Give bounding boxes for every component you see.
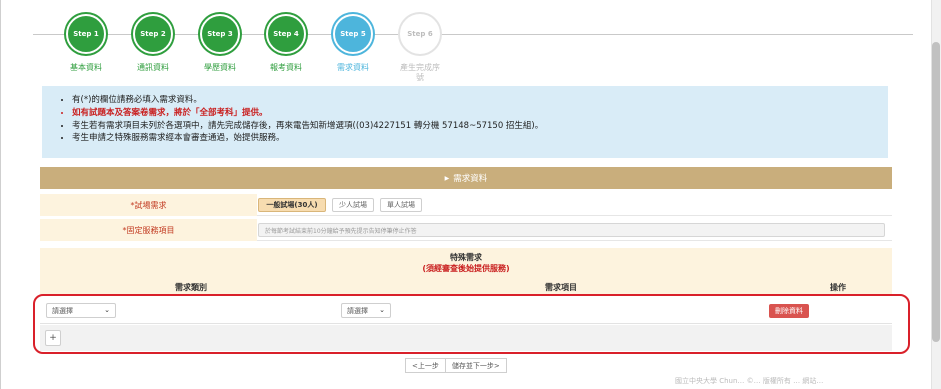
step-4-label: 報考資料	[270, 63, 302, 72]
step-4[interactable]: Step 4 報考資料	[251, 10, 321, 73]
step-1-circle[interactable]: Step 1	[66, 14, 106, 54]
exam-room-label: *試場需求	[40, 194, 257, 216]
step-5[interactable]: Step 5 需求資料	[318, 10, 388, 73]
item-select[interactable]: 請選擇 ⌄	[341, 303, 391, 318]
special-requirement-row: 請選擇 ⌄ 請選擇 ⌄ 刪除資料	[40, 298, 892, 324]
fixed-service-label: *固定服務項目	[40, 219, 257, 241]
step-2-circle[interactable]: Step 2	[133, 14, 173, 54]
section-header[interactable]: ▶ 需求資料	[40, 167, 892, 189]
step-1[interactable]: Step 1 基本資料	[51, 10, 121, 73]
special-subtitle: (須經審查後始提供服務)	[422, 264, 510, 273]
fixed-service-row: *固定服務項目 於每節考試結束前10分鐘給予預先提示告知停筆停止作答	[40, 219, 892, 241]
section-title: 需求資料	[453, 174, 488, 184]
step-2-label: 通訊資料	[137, 63, 169, 72]
save-next-button[interactable]: 儲存並下一步>	[445, 358, 507, 373]
step-1-label: 基本資料	[70, 63, 102, 72]
notice-line-1: 有(*)的欄位請務必填入需求資料。	[72, 94, 876, 107]
step-3-circle[interactable]: Step 3	[200, 14, 240, 54]
fixed-service-field: 於每節考試結束前10分鐘給予預先提示告知停筆停止作答	[258, 223, 885, 237]
step-2[interactable]: Step 2 通訊資料	[118, 10, 188, 73]
step-6-label: 產生完成序號	[400, 63, 440, 82]
step-5-label: 需求資料	[337, 63, 369, 72]
special-requirement-header: 特殊需求 (須經審查後始提供服務) 需求類別 需求項目 操作	[40, 248, 892, 294]
nav-buttons: <上一步 儲存並下一步>	[405, 358, 507, 373]
col-header-item: 需求項目	[545, 283, 577, 292]
step-3[interactable]: Step 3 學歷資料	[185, 10, 255, 73]
exam-room-option-general[interactable]: 一般試場(30人)	[258, 198, 326, 212]
notice-list: 有(*)的欄位請務必填入需求資料。 如有試題本及答案卷需求，將於「全部考科」提供…	[62, 94, 876, 145]
step-4-circle[interactable]: Step 4	[266, 14, 306, 54]
notice-line-4: 考生申請之特殊服務需求經本會審查通過，始提供服務。	[72, 132, 876, 145]
step-5-circle[interactable]: Step 5	[333, 14, 373, 54]
scrollbar-thumb[interactable]	[932, 42, 940, 342]
step-3-label: 學歷資料	[204, 63, 236, 72]
chevron-down-icon: ⌄	[104, 306, 110, 314]
prev-step-button[interactable]: <上一步	[405, 358, 446, 373]
stepper: Step 1 基本資料 Step 2 通訊資料 Step 3 學歷資料 Step…	[33, 10, 913, 82]
step-6: Step 6 產生完成序號	[385, 10, 455, 83]
exam-room-row: *試場需求 一般試場(30人) 少人試場 單人試場	[40, 194, 892, 216]
delete-button[interactable]: 刪除資料	[769, 304, 809, 318]
footer-text: 國立中央大學 Chun… ©… 版權所有 … 網站…	[675, 377, 824, 385]
col-header-category: 需求類別	[175, 283, 207, 292]
category-select-value: 請選擇	[52, 306, 73, 315]
item-select-value: 請選擇	[347, 306, 368, 315]
notice-line-3: 考生若有需求項目未列於各選項中，請先完成儲存後，再來電告知新增選項((03)42…	[72, 120, 876, 133]
scrollbar[interactable]	[931, 0, 941, 389]
caret-right-icon: ▶	[444, 174, 450, 182]
col-header-action: 操作	[830, 283, 846, 292]
category-select[interactable]: 請選擇 ⌄	[46, 303, 116, 318]
notice-line-2: 如有試題本及答案卷需求，將於「全部考科」提供。	[72, 107, 876, 120]
page: Step 1 基本資料 Step 2 通訊資料 Step 3 學歷資料 Step…	[0, 0, 941, 389]
add-row: +	[40, 325, 892, 351]
chevron-down-icon: ⌄	[379, 306, 385, 314]
step-6-circle: Step 6	[400, 14, 440, 54]
add-button[interactable]: +	[45, 330, 61, 346]
exam-room-option-single[interactable]: 單人試場	[380, 198, 422, 212]
notice-box: 有(*)的欄位請務必填入需求資料。 如有試題本及答案卷需求，將於「全部考科」提供…	[42, 86, 888, 158]
exam-room-option-small[interactable]: 少人試場	[332, 198, 374, 212]
special-title: 特殊需求	[450, 253, 482, 262]
